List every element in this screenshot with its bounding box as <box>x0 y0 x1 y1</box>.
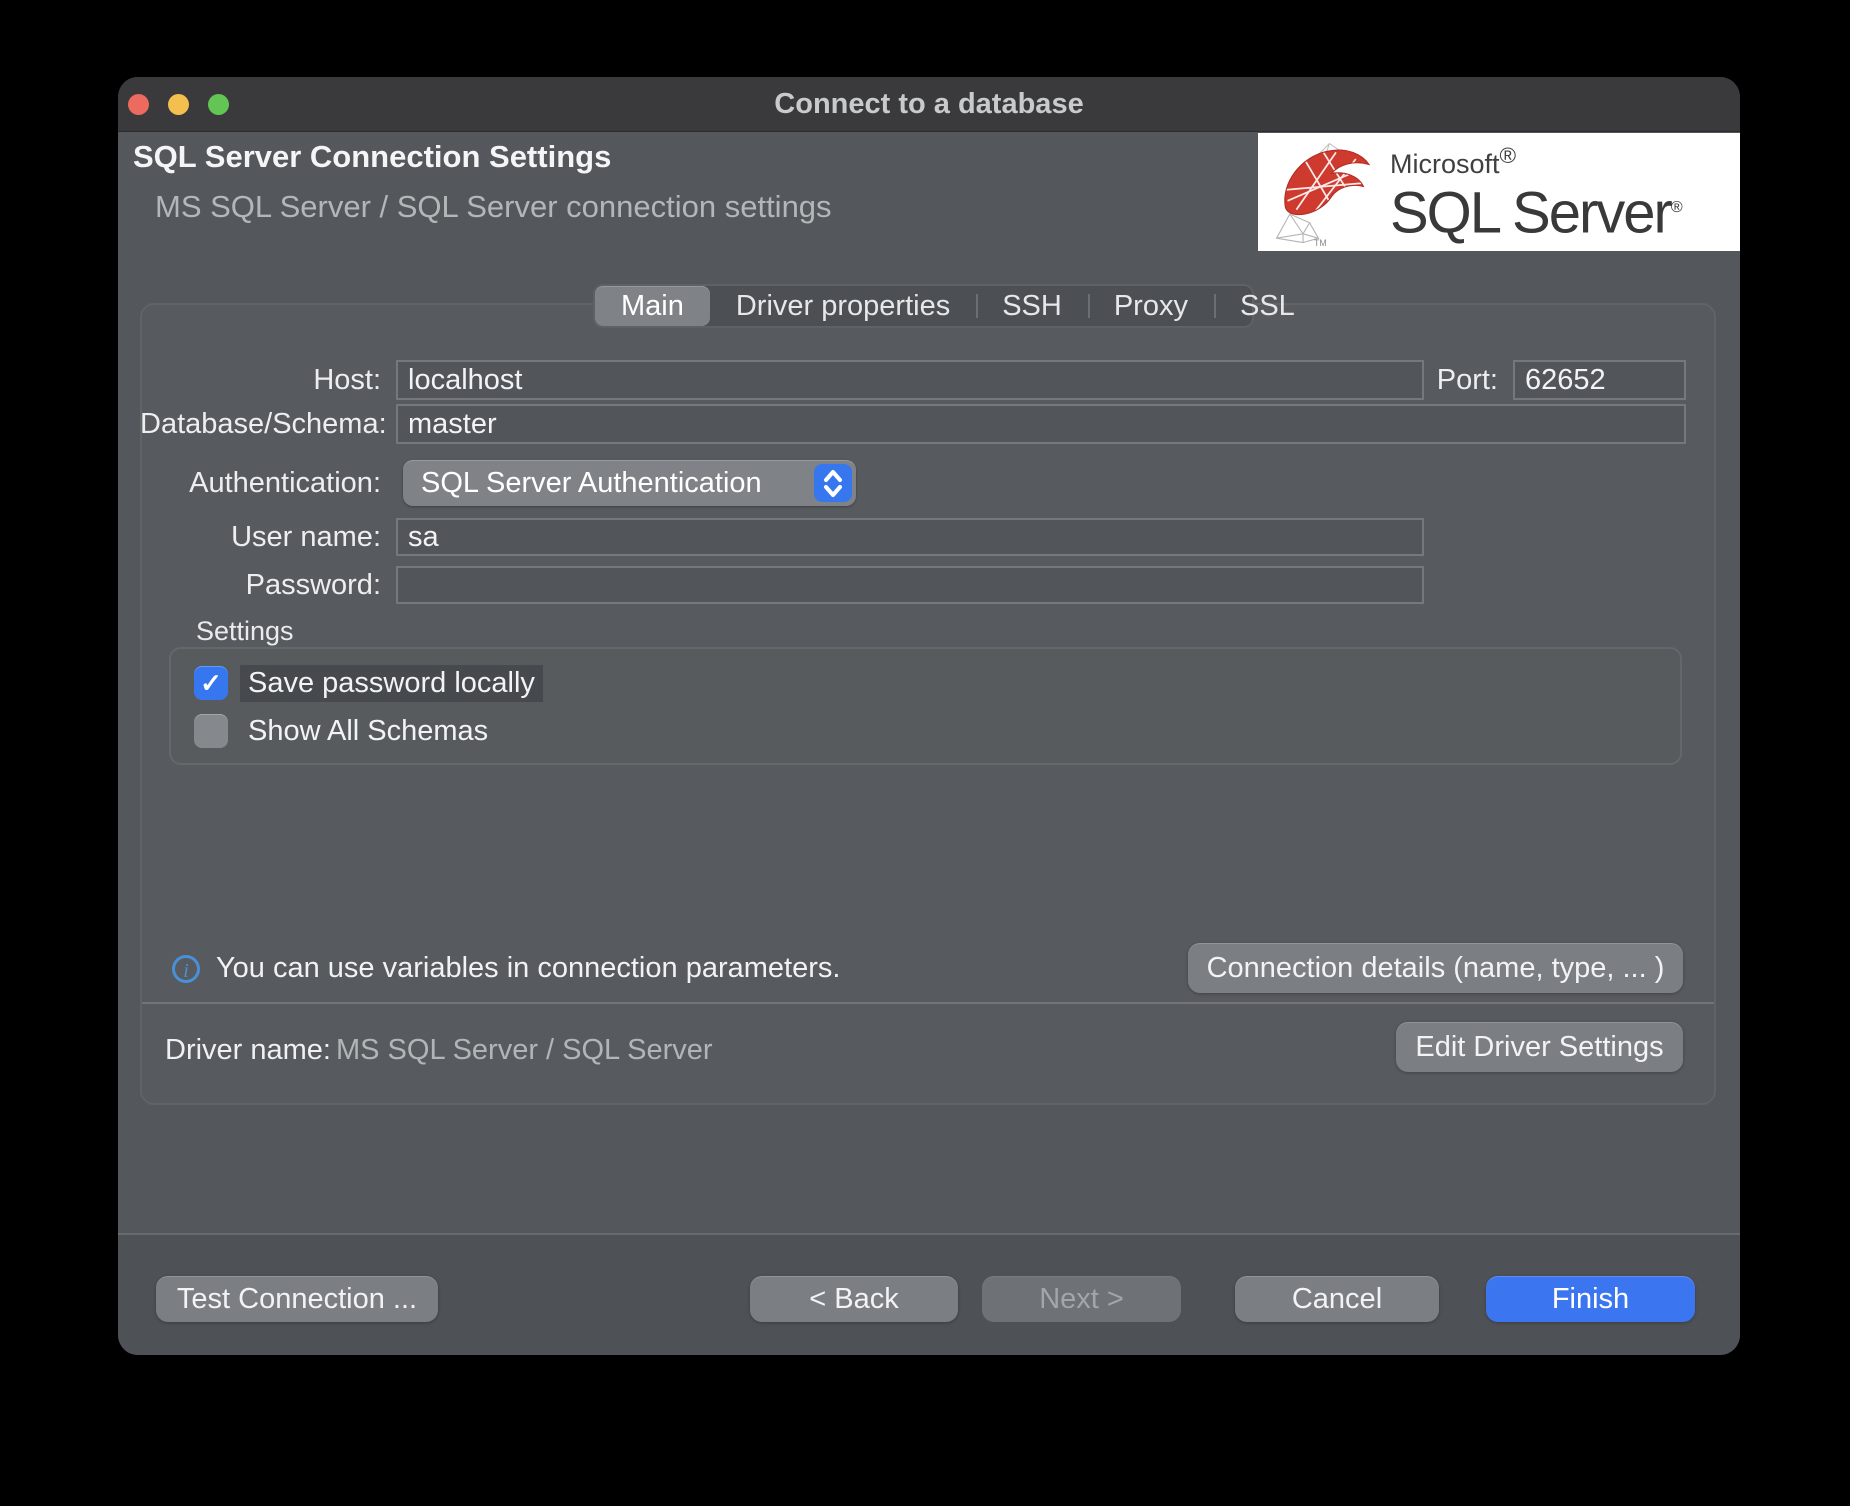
tab-driver-properties[interactable]: Driver properties <box>710 286 976 326</box>
edit-driver-settings-button[interactable]: Edit Driver Settings <box>1396 1022 1683 1072</box>
page-subtitle: MS SQL Server / SQL Server connection se… <box>155 189 832 225</box>
host-input[interactable] <box>396 360 1424 400</box>
driver-section-divider <box>142 1002 1714 1004</box>
title-bar: Connect to a database <box>118 77 1740 132</box>
save-password-label[interactable]: Save password locally <box>240 665 543 702</box>
logo-text: Microsoft® SQL Server® <box>1390 143 1681 241</box>
username-label: User name: <box>140 518 381 556</box>
sql-server-logo: TM Microsoft® SQL Server® <box>1258 133 1740 251</box>
connect-database-dialog: Connect to a database SQL Server Connect… <box>118 77 1740 1355</box>
test-connection-button[interactable]: Test Connection ... <box>156 1276 438 1322</box>
database-label: Database/Schema: <box>140 404 381 444</box>
window-title: Connect to a database <box>118 77 1740 132</box>
port-input[interactable] <box>1513 360 1686 400</box>
authentication-label: Authentication: <box>140 460 381 506</box>
connection-details-button[interactable]: Connection details (name, type, ... ) <box>1188 943 1683 993</box>
password-input[interactable] <box>396 566 1424 604</box>
cancel-button[interactable]: Cancel <box>1235 1276 1439 1322</box>
settings-group-box: Save password locally Show All Schemas <box>169 647 1682 765</box>
host-label: Host: <box>140 360 381 400</box>
sql-server-swoosh-icon: TM <box>1264 137 1386 247</box>
minimize-window-button[interactable] <box>168 94 189 115</box>
next-button[interactable]: Next > <box>982 1276 1181 1322</box>
authentication-selected-value: SQL Server Authentication <box>403 467 762 500</box>
variables-hint-text: You can use variables in connection para… <box>216 943 840 993</box>
username-input[interactable] <box>396 518 1424 556</box>
driver-name-value: MS SQL Server / SQL Server <box>336 1034 713 1067</box>
logo-tm: TM <box>1314 238 1327 247</box>
authentication-select[interactable]: SQL Server Authentication <box>403 460 856 506</box>
zoom-window-button[interactable] <box>208 94 229 115</box>
show-all-schemas-checkbox[interactable] <box>194 714 228 748</box>
tab-main[interactable]: Main <box>595 286 710 326</box>
database-input[interactable] <box>396 404 1686 444</box>
close-window-button[interactable] <box>128 94 149 115</box>
tab-proxy[interactable]: Proxy <box>1088 286 1214 326</box>
save-password-checkbox[interactable] <box>194 666 228 700</box>
tab-bar: Main Driver properties SSH Proxy SSL <box>593 284 1254 328</box>
page-title: SQL Server Connection Settings <box>133 139 611 175</box>
show-all-schemas-label[interactable]: Show All Schemas <box>240 713 496 750</box>
dropdown-arrows-icon <box>814 464 852 502</box>
driver-name-label: Driver name: <box>165 1034 331 1067</box>
settings-group-label: Settings <box>196 616 294 647</box>
port-label: Port: <box>1428 360 1498 400</box>
password-label: Password: <box>140 566 381 604</box>
tab-ssl[interactable]: SSL <box>1214 286 1321 326</box>
finish-button[interactable]: Finish <box>1486 1276 1695 1322</box>
show-all-schemas-row: Show All Schemas <box>194 713 496 749</box>
info-icon: i <box>172 955 200 983</box>
tab-ssh[interactable]: SSH <box>976 286 1088 326</box>
save-password-row: Save password locally <box>194 665 543 701</box>
back-button[interactable]: < Back <box>750 1276 958 1322</box>
